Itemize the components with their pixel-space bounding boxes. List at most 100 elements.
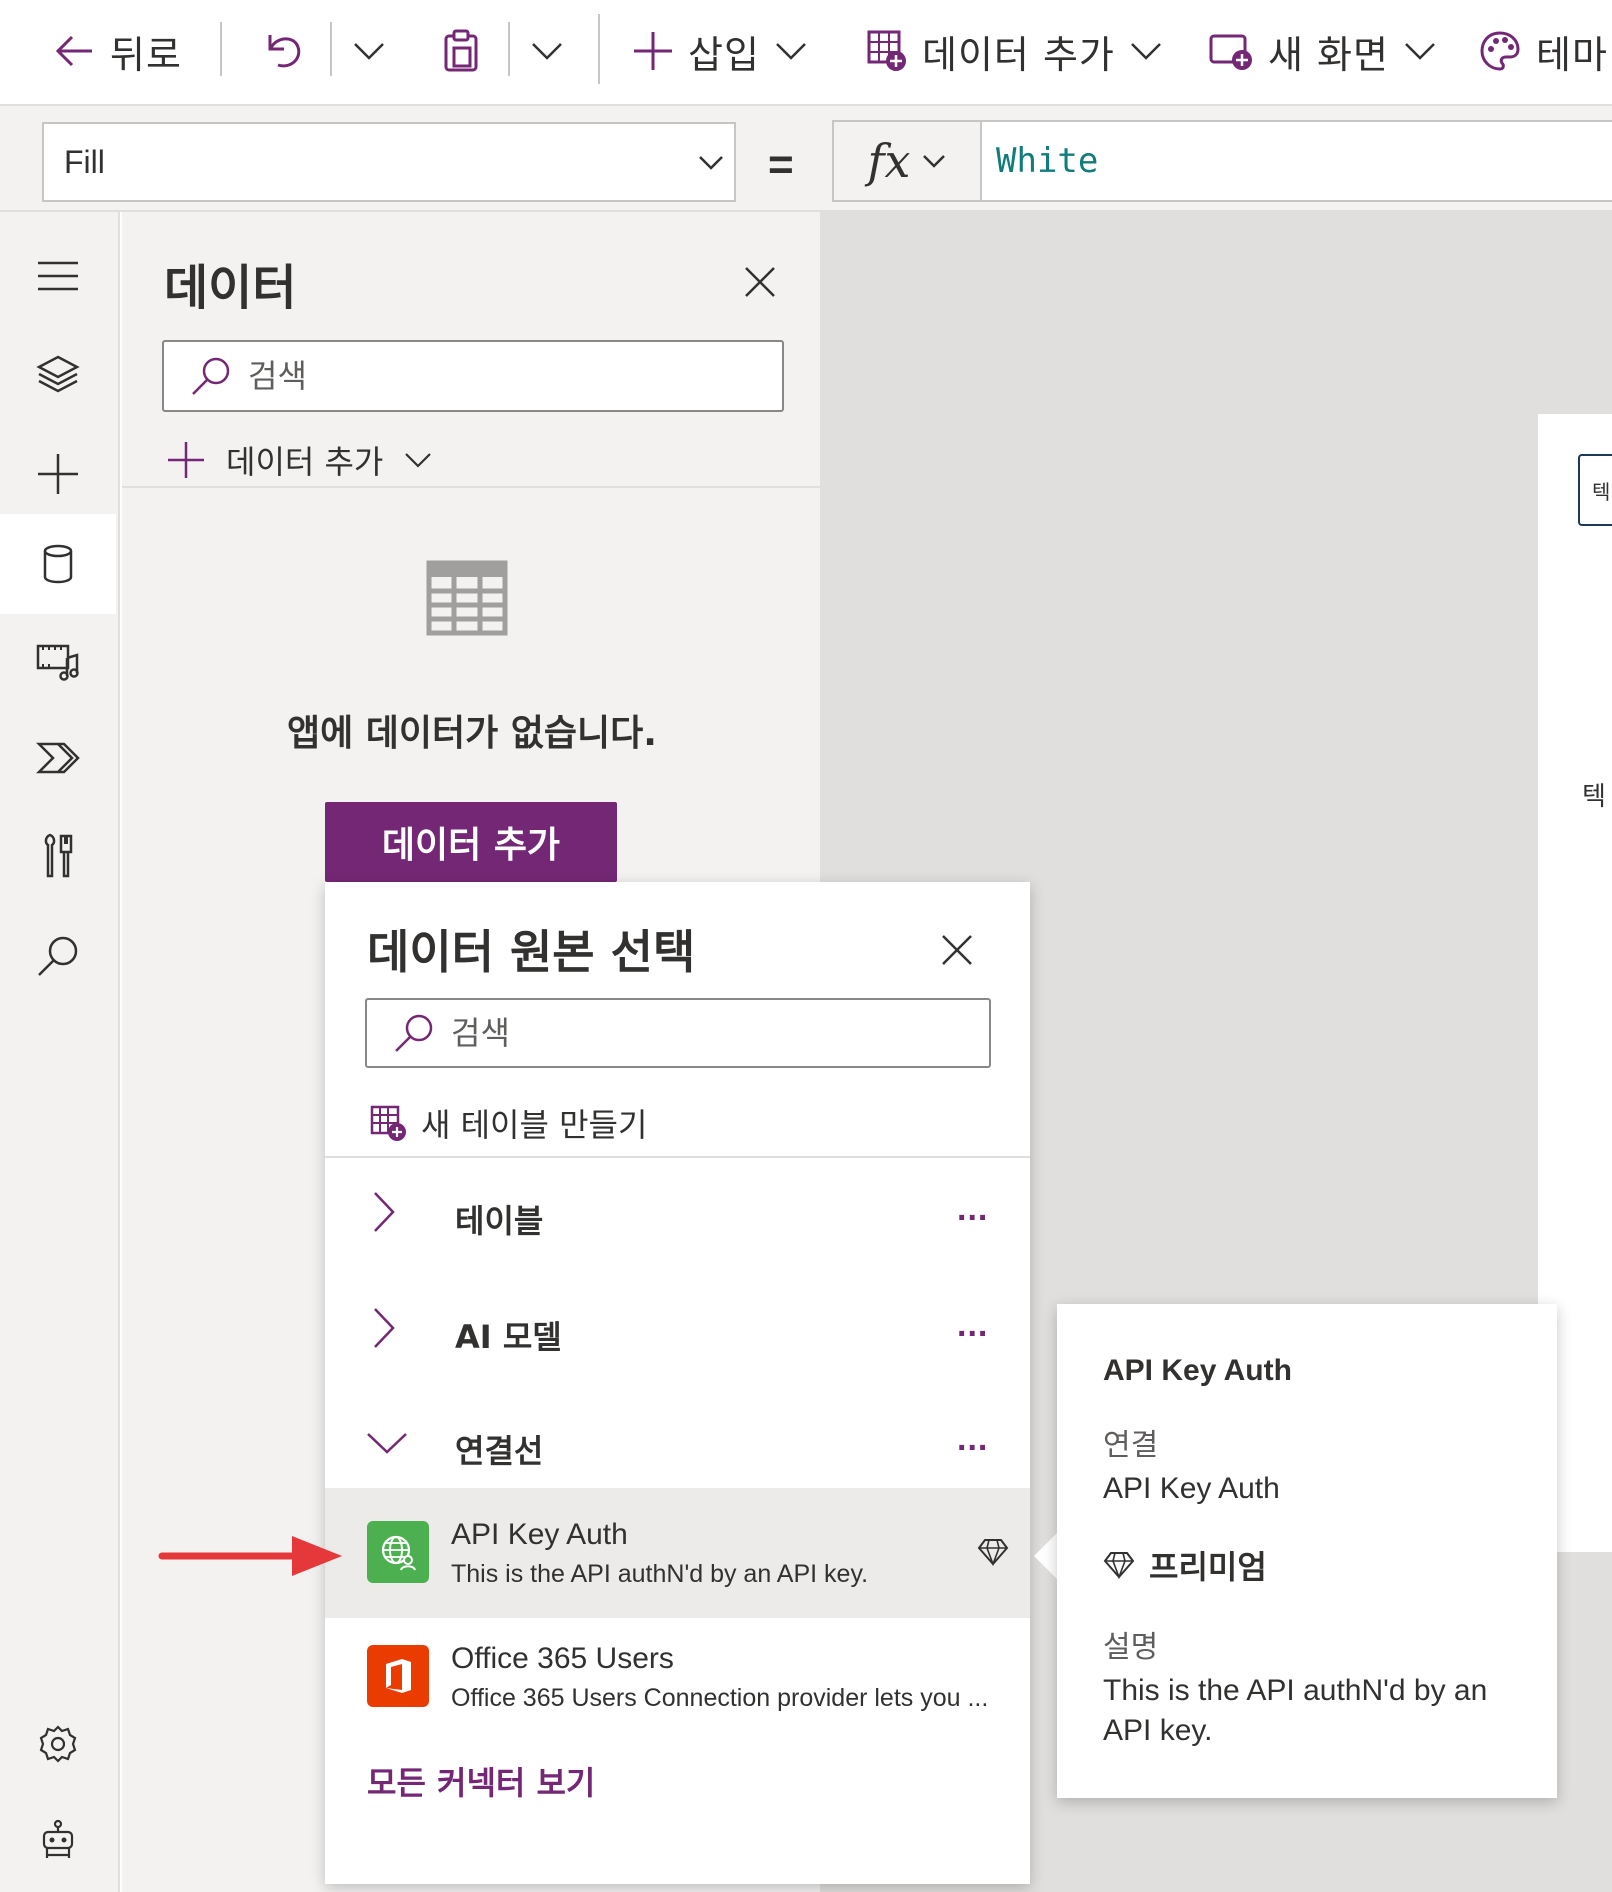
back-button[interactable]: 뒤로 bbox=[52, 18, 182, 84]
undo-button[interactable] bbox=[262, 18, 304, 84]
callout-connection-value: API Key Auth bbox=[1103, 1472, 1280, 1505]
formula-value: White bbox=[996, 141, 1099, 181]
tree-view-button[interactable] bbox=[0, 326, 116, 422]
separator bbox=[330, 22, 332, 76]
more-options-button[interactable]: ... bbox=[957, 1306, 988, 1345]
group-label: 테이블 bbox=[455, 1202, 544, 1240]
add-data-link-label: 데이터 추가 bbox=[226, 443, 384, 481]
connector-search-input[interactable] bbox=[451, 1014, 971, 1052]
add-data-button[interactable]: 데이터 추가 bbox=[866, 18, 1163, 84]
chevron-down-icon bbox=[403, 450, 433, 470]
separator bbox=[220, 22, 222, 76]
premium-diamond-icon bbox=[1103, 1551, 1135, 1579]
arrow-left-icon bbox=[52, 29, 96, 73]
screen-text-label[interactable]: 텍 bbox=[1582, 776, 1606, 813]
group-label: AI 모델 bbox=[455, 1318, 562, 1356]
insert-button[interactable]: 삽입 bbox=[632, 18, 808, 84]
left-rail bbox=[0, 212, 120, 1892]
callout-heading: API Key Auth bbox=[1103, 1354, 1292, 1387]
tools-icon bbox=[41, 832, 75, 880]
gear-icon bbox=[38, 1724, 78, 1764]
data-search-box[interactable] bbox=[162, 340, 784, 412]
create-new-table-label: 새 테이블 만들기 bbox=[421, 1106, 648, 1144]
callout-description-line2: API key. bbox=[1103, 1714, 1213, 1747]
theme-label: 테마 bbox=[1536, 32, 1608, 77]
screen-text-input[interactable]: 텍 bbox=[1578, 454, 1612, 526]
group-connectors[interactable]: 연결선 ... bbox=[325, 1396, 1030, 1496]
new-screen-icon bbox=[1208, 30, 1254, 72]
palette-icon bbox=[1478, 29, 1522, 73]
close-icon bbox=[940, 933, 974, 967]
bot-icon bbox=[37, 1819, 79, 1861]
plus-icon bbox=[632, 30, 674, 72]
separator bbox=[508, 22, 510, 76]
hamburger-menu-button[interactable] bbox=[0, 228, 116, 324]
connector-description: This is the API authN'd by an API key. bbox=[451, 1560, 869, 1588]
copilot-rail-button[interactable] bbox=[0, 1792, 116, 1888]
search-rail-button[interactable] bbox=[0, 908, 116, 1004]
callout-description-line1: This is the API authN'd by an bbox=[1103, 1674, 1488, 1707]
data-search-input[interactable] bbox=[248, 357, 748, 395]
more-options-button[interactable]: ... bbox=[957, 1420, 988, 1459]
undo-dropdown-button[interactable] bbox=[352, 18, 386, 84]
more-options-button[interactable]: ... bbox=[957, 1190, 988, 1229]
annotation-arrow bbox=[158, 1530, 346, 1582]
property-dropdown[interactable]: Fill bbox=[42, 122, 736, 202]
paste-dropdown-button[interactable] bbox=[530, 18, 564, 84]
connector-description: Office 365 Users Connection provider let… bbox=[451, 1684, 989, 1712]
connector-item-api-key-auth[interactable]: API Key Auth This is the API authN'd by … bbox=[325, 1488, 1030, 1618]
paste-button[interactable] bbox=[440, 18, 482, 84]
office-icon bbox=[367, 1645, 429, 1707]
close-flyout-button[interactable] bbox=[925, 918, 989, 982]
property-value: Fill bbox=[64, 143, 105, 180]
chevron-down-icon bbox=[352, 40, 386, 62]
table-add-icon bbox=[866, 29, 908, 73]
chevron-down-icon bbox=[1129, 40, 1163, 62]
group-tables[interactable]: 테이블 ... bbox=[325, 1166, 1030, 1266]
power-automate-rail-button[interactable] bbox=[0, 710, 116, 806]
table-grid-icon bbox=[426, 560, 508, 636]
theme-button[interactable]: 테마 bbox=[1478, 18, 1608, 84]
equals-sign: = bbox=[768, 140, 794, 189]
close-pane-button[interactable] bbox=[732, 254, 788, 310]
new-screen-button[interactable]: 새 화면 bbox=[1208, 18, 1437, 84]
callout-connection-key: 연결 bbox=[1103, 1428, 1159, 1463]
search-icon bbox=[36, 934, 80, 978]
group-ai-models[interactable]: AI 모델 ... bbox=[325, 1282, 1030, 1382]
new-screen-label: 새 화면 bbox=[1268, 32, 1389, 77]
empty-state-text: 앱에 데이터가 없습니다. bbox=[287, 713, 657, 754]
connector-item-office-365-users[interactable]: Office 365 Users Office 365 Users Connec… bbox=[325, 1612, 1030, 1742]
function-button[interactable]: fx bbox=[832, 120, 980, 202]
premium-badge: 프리미엄 bbox=[1103, 1542, 1267, 1588]
divider bbox=[122, 486, 822, 488]
advanced-tools-rail-button[interactable] bbox=[0, 808, 116, 904]
layers-icon bbox=[36, 354, 80, 394]
plus-icon bbox=[166, 440, 206, 480]
media-rail-button[interactable] bbox=[0, 614, 116, 710]
chevron-down-icon bbox=[774, 40, 808, 62]
clipboard-icon bbox=[440, 28, 482, 74]
see-all-connectors-link[interactable]: 모든 커넥터 보기 bbox=[367, 1758, 595, 1804]
connector-details-callout: API Key Auth 연결 API Key Auth 프리미엄 설명 Thi… bbox=[1057, 1304, 1557, 1798]
connector-search-box[interactable] bbox=[365, 998, 991, 1068]
formula-input[interactable]: White bbox=[980, 120, 1612, 202]
insert-rail-button[interactable] bbox=[0, 426, 116, 522]
connector-name: Office 365 Users bbox=[451, 1642, 674, 1675]
select-data-source-flyout: 데이터 원본 선택 새 테이블 만들기 테이블 ... AI 모델 ... bbox=[325, 882, 1030, 1884]
divider bbox=[325, 1156, 1030, 1158]
add-data-link[interactable]: 데이터 추가 bbox=[166, 430, 433, 490]
chevron-right-icon bbox=[371, 1190, 397, 1234]
chevron-down-icon bbox=[698, 154, 724, 172]
data-rail-button[interactable] bbox=[0, 514, 116, 614]
add-data-primary-button[interactable]: 데이터 추가 bbox=[325, 802, 617, 882]
command-bar: 뒤로 삽입 데이터 추가 새 화면 테마 bbox=[0, 0, 1612, 106]
table-add-icon bbox=[369, 1104, 407, 1142]
settings-rail-button[interactable] bbox=[0, 1696, 116, 1792]
media-icon bbox=[35, 642, 81, 682]
search-icon bbox=[190, 355, 232, 397]
fx-icon: fx bbox=[867, 134, 911, 188]
callout-beak bbox=[1034, 1532, 1058, 1580]
create-new-table-button[interactable]: 새 테이블 만들기 bbox=[369, 1098, 647, 1148]
hamburger-icon bbox=[36, 260, 80, 292]
separator bbox=[598, 14, 600, 84]
